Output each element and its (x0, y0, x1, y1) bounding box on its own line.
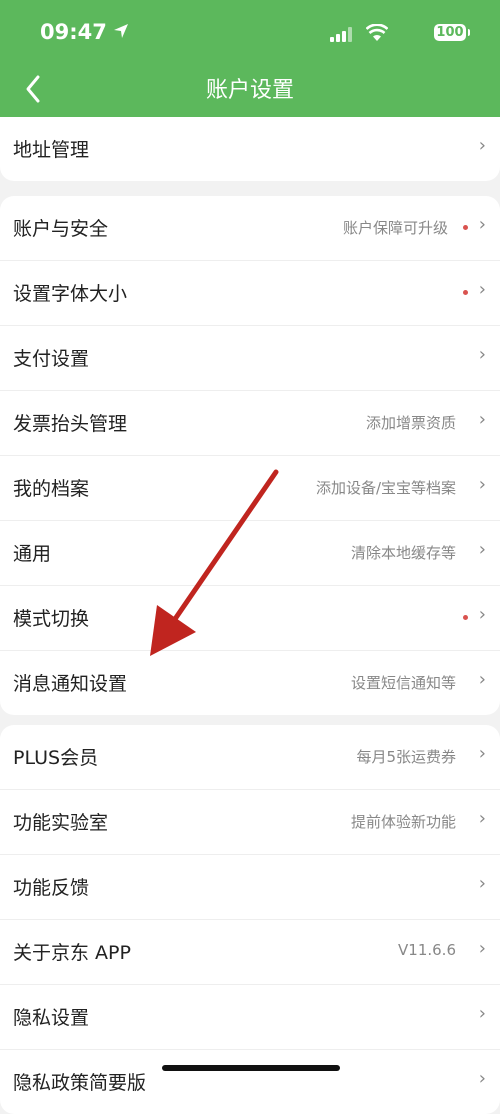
row-label: PLUS会员 (13, 747, 99, 769)
battery-icon: 100 (434, 24, 470, 41)
row-label: 消息通知设置 (13, 673, 128, 695)
chevron-right-icon: › (478, 539, 486, 560)
settings-row-my-profile[interactable]: 我的档案 添加设备/宝宝等档案 › (0, 455, 500, 520)
chevron-right-icon: › (478, 279, 486, 300)
row-label: 支付设置 (13, 348, 90, 370)
row-label: 地址管理 (13, 139, 90, 161)
settings-row-account-security[interactable]: 账户与安全 账户保障可升级 › (0, 196, 500, 260)
row-subtitle: V11.6.6 (398, 941, 456, 959)
chevron-right-icon: › (478, 135, 486, 156)
settings-row-font-size[interactable]: 设置字体大小 › (0, 260, 500, 325)
wifi-icon (365, 23, 389, 42)
chevron-right-icon: › (478, 743, 486, 764)
settings-row-address[interactable]: 地址管理 › (0, 117, 500, 181)
settings-row-general[interactable]: 通用 清除本地缓存等 › (0, 520, 500, 585)
red-dot-badge (463, 225, 468, 230)
settings-row-notifications[interactable]: 消息通知设置 设置短信通知等 › (0, 650, 500, 715)
chevron-right-icon: › (478, 669, 486, 690)
settings-row-privacy[interactable]: 隐私设置 › (0, 984, 500, 1049)
settings-row-payment[interactable]: 支付设置 › (0, 325, 500, 390)
settings-row-about[interactable]: 关于京东 APP V11.6.6 › (0, 919, 500, 984)
row-subtitle: 提前体验新功能 (350, 813, 456, 831)
red-dot-badge (463, 290, 468, 295)
row-label: 功能实验室 (13, 812, 109, 834)
settings-row-plus-member[interactable]: PLUS会员 每月5张运费券 › (0, 725, 500, 789)
chevron-right-icon: › (478, 604, 486, 625)
row-label: 隐私设置 (13, 1007, 90, 1029)
chevron-right-icon: › (478, 344, 486, 365)
settings-group-account: 账户与安全 账户保障可升级 › 设置字体大小 › 支付设置 › 发票抬头管理 添… (0, 196, 500, 715)
row-label: 我的档案 (13, 478, 90, 500)
time-text: 09:47 (40, 20, 107, 44)
red-dot-badge (463, 615, 468, 620)
row-subtitle: 添加设备/宝宝等档案 (315, 479, 456, 497)
row-label: 关于京东 APP (13, 942, 131, 964)
app-header: 09:47 100 账户设置 (0, 0, 500, 117)
settings-group-address: 地址管理 › (0, 117, 500, 181)
page-title: 账户设置 (205, 78, 294, 103)
location-icon (113, 20, 129, 44)
status-bar-time: 09:47 (40, 20, 129, 44)
chevron-right-icon: › (478, 1003, 486, 1024)
row-subtitle: 清除本地缓存等 (350, 544, 456, 562)
row-label: 功能反馈 (13, 877, 90, 899)
row-label: 通用 (13, 543, 52, 565)
settings-row-invoice[interactable]: 发票抬头管理 添加增票资质 › (0, 390, 500, 455)
chevron-right-icon: › (478, 938, 486, 959)
signal-icon (330, 26, 354, 42)
chevron-right-icon: › (478, 474, 486, 495)
row-label: 发票抬头管理 (13, 413, 128, 435)
row-subtitle: 设置短信通知等 (350, 674, 456, 692)
settings-row-mode-switch[interactable]: 模式切换 › (0, 585, 500, 650)
watermark-logo: Bai经验 (425, 1057, 486, 1076)
chevron-right-icon: › (478, 808, 486, 829)
row-subtitle: 每月5张运费券 (356, 748, 456, 766)
row-subtitle: 添加增票资质 (365, 414, 456, 432)
settings-row-feedback[interactable]: 功能反馈 › (0, 854, 500, 919)
row-label: 模式切换 (13, 608, 90, 630)
chevron-right-icon: › (478, 214, 486, 235)
row-label: 隐私政策简要版 (13, 1072, 147, 1094)
home-indicator[interactable] (162, 1065, 340, 1071)
row-label: 账户与安全 (13, 218, 109, 240)
row-label: 设置字体大小 (13, 283, 128, 305)
row-subtitle: 账户保障可升级 (342, 219, 448, 237)
settings-row-lab[interactable]: 功能实验室 提前体验新功能 › (0, 789, 500, 854)
chevron-right-icon: › (478, 409, 486, 430)
chevron-right-icon: › (478, 873, 486, 894)
